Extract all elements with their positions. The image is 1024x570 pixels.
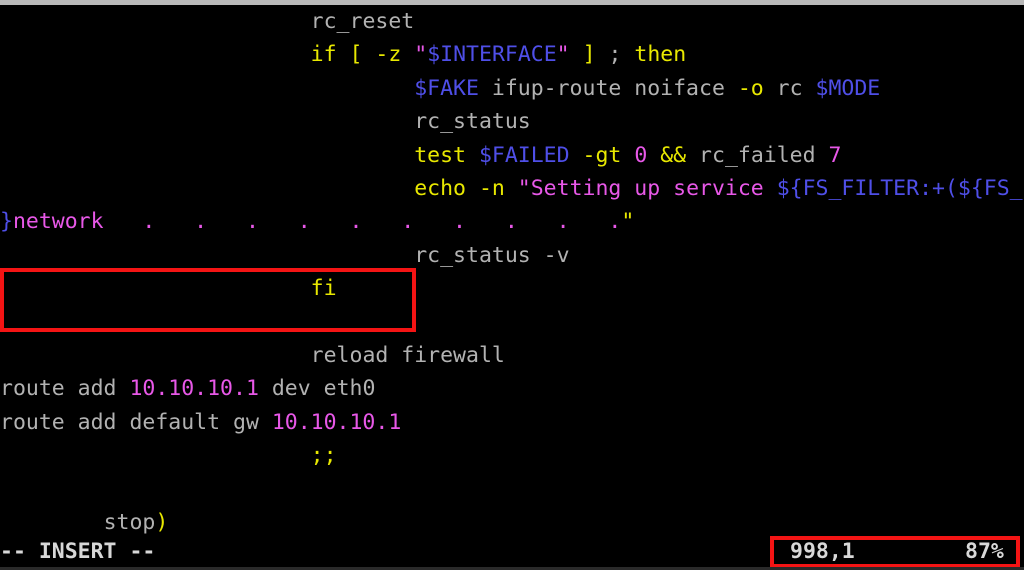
line-blank-2[interactable]	[0, 472, 1024, 505]
line-test-failed-seg-10: rc_failed	[686, 142, 829, 168]
line-route-add-default-seg-0: route add default gw	[0, 409, 272, 435]
line-if-interface-seg-15: then	[634, 42, 687, 68]
line-test-failed-seg-5: -gt	[582, 142, 622, 168]
line-echo-setting-up[interactable]: echo -n "Setting up service ${FS_FILTER:…	[0, 172, 1024, 205]
line-test-failed-seg-6	[621, 143, 634, 168]
line-route-add-host[interactable]: route add 10.10.10.1 dev eth0	[0, 372, 1024, 405]
line-test-failed-seg-2	[466, 143, 479, 168]
line-reload-firewall-seg-0	[0, 343, 311, 368]
line-fake-ifup-route-seg-1: $FAKE	[414, 75, 479, 101]
line-wrap-network-dots-seg-0: }	[0, 209, 13, 235]
line-rc-status-1-seg-1: rc_status	[414, 109, 531, 135]
line-reload-firewall-seg-1: reload firewall	[310, 342, 505, 368]
line-test-failed-seg-3: $FAILED	[478, 142, 570, 168]
line-echo-setting-up-seg-3: -n	[478, 175, 505, 201]
line-route-add-host-seg-1: 10.10.10.1	[129, 376, 259, 402]
line-fake-ifup-route[interactable]: $FAKE ifup-route noiface -o rc $MODE	[0, 72, 1024, 105]
vim-cursor-position: 998,1	[790, 539, 855, 564]
line-rc-status-v[interactable]: rc_status -v	[0, 239, 1024, 272]
line-if-interface-seg-14	[621, 42, 634, 67]
line-fi-1-seg-1: fi	[310, 276, 337, 302]
line-echo-setting-up-seg-5: "Setting up service	[517, 175, 777, 201]
line-fi-1[interactable]: fi	[0, 272, 1024, 305]
line-echo-setting-up-seg-6: ${FS_FILTER:+(${FS_FILTER})	[776, 175, 1024, 201]
line-stop-case-seg-1: stop	[103, 509, 156, 535]
line-wrap-network-dots[interactable]: }network . . . . . . . . . ."	[0, 205, 1024, 238]
line-fake-ifup-route-seg-4: rc	[763, 75, 816, 101]
line-rc-status-v-seg-1: rc_status	[414, 242, 544, 268]
line-blank-1[interactable]	[0, 306, 1024, 339]
line-fake-ifup-route-seg-2: ifup-route noiface	[478, 75, 738, 101]
vim-scroll-percent: 87%	[965, 539, 1004, 564]
line-route-add-default-seg-1: 10.10.10.1	[271, 409, 402, 435]
line-stop-case-seg-0	[0, 510, 104, 535]
line-if-interface-seg-2	[337, 42, 350, 67]
terminal-screen: rc_reset if [ -z "$INTERFACE" ] ; then $…	[0, 0, 1024, 570]
line-rc-reset[interactable]: rc_reset	[0, 5, 1024, 38]
line-fake-ifup-route-seg-3: -o	[737, 75, 764, 101]
line-if-interface-seg-12	[596, 42, 609, 67]
line-echo-setting-up-seg-1: echo	[414, 175, 466, 201]
line-test-failed-seg-9: &&	[660, 142, 687, 168]
line-double-semicolon-seg-1: ;;	[310, 443, 337, 469]
line-test-failed-seg-4	[570, 143, 583, 168]
line-fi-1-seg-0	[0, 276, 311, 301]
line-stop-case[interactable]: stop)	[0, 506, 1024, 539]
line-test-failed-seg-0	[0, 143, 414, 168]
line-rc-reset-seg-0	[0, 9, 311, 34]
line-wrap-network-dots-seg-2: "	[621, 209, 635, 235]
line-double-semicolon[interactable]: ;;	[0, 439, 1024, 472]
line-test-failed[interactable]: test $FAILED -gt 0 && rc_failed 7	[0, 139, 1024, 172]
line-if-interface-seg-0	[0, 42, 311, 67]
line-route-add-host-seg-2: dev eth0	[258, 376, 376, 402]
line-echo-setting-up-seg-2	[466, 176, 479, 201]
line-if-interface[interactable]: if [ -z "$INTERFACE" ] ; then	[0, 38, 1024, 71]
line-if-interface-seg-4	[362, 42, 375, 67]
line-wrap-network-dots-seg-1: network . . . . . . . . . .	[12, 209, 622, 235]
line-test-failed-seg-7: 0	[634, 142, 648, 168]
line-if-interface-seg-11: ]	[582, 42, 596, 68]
line-if-interface-seg-13: ;	[608, 42, 622, 68]
line-reload-firewall[interactable]: reload firewall	[0, 339, 1024, 372]
line-fake-ifup-route-seg-0	[0, 76, 414, 101]
line-if-interface-seg-10	[570, 42, 583, 67]
line-rc-reset-seg-1: rc_reset	[310, 9, 415, 34]
line-fake-ifup-route-seg-5: $MODE	[815, 75, 881, 101]
vim-status-line: -- INSERT -- 998,1 87%	[0, 537, 1024, 567]
line-if-interface-seg-9: "	[556, 42, 570, 68]
line-if-interface-seg-6	[401, 42, 414, 67]
line-stop-case-seg-2: )	[155, 509, 169, 535]
line-rc-status-1-seg-0	[0, 109, 414, 134]
line-echo-setting-up-seg-4	[505, 176, 518, 201]
line-test-failed-seg-11: 7	[828, 142, 842, 168]
line-route-add-default[interactable]: route add default gw 10.10.10.1	[0, 406, 1024, 439]
line-if-interface-seg-3: [	[349, 42, 363, 68]
line-if-interface-seg-7: "	[414, 42, 428, 68]
line-rc-status-1[interactable]: rc_status	[0, 105, 1024, 138]
vim-mode-indicator: -- INSERT --	[0, 539, 156, 564]
line-if-interface-seg-1: if	[310, 42, 337, 68]
line-test-failed-seg-1: test	[414, 142, 466, 168]
line-rc-status-v-seg-2: -v	[543, 242, 570, 268]
line-if-interface-seg-5: -z	[375, 42, 402, 68]
line-test-failed-seg-8	[647, 143, 660, 168]
line-if-interface-seg-8: $INTERFACE	[427, 42, 557, 68]
vim-text-buffer[interactable]: rc_reset if [ -z "$INTERFACE" ] ; then $…	[0, 5, 1024, 567]
line-rc-status-v-seg-0	[0, 243, 414, 268]
line-route-add-host-seg-0: route add	[0, 376, 130, 402]
line-echo-setting-up-seg-0	[0, 176, 414, 201]
line-double-semicolon-seg-0	[0, 443, 311, 468]
